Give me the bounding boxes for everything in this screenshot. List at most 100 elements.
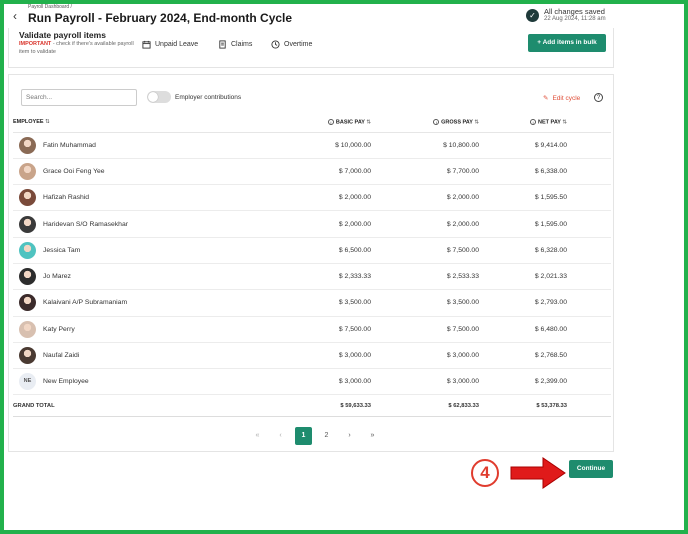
tab-overtime[interactable]: Overtime [271,38,312,50]
row-spacer [571,210,611,238]
basic-pay-cell: $ 2,000.00 [273,210,375,238]
receipt-icon [219,39,226,49]
col-net-label: NET PAY [538,118,561,125]
toggle-label: Employer contributions [175,94,242,101]
avatar: NE [19,373,36,391]
employee-cell: Kalaivani A/P Subramaniam [13,289,273,317]
basic-pay-cell: $ 2,000.00 [273,184,375,212]
table-row[interactable]: Katy Perry $ 7,500.00 $ 7,500.00 $ 6,480.00 [13,316,611,343]
toggle-knob [148,92,158,102]
table-row[interactable]: Grace Ooi Feng Yee $ 7,000.00 $ 7,700.00 $ … [13,158,611,186]
table-row[interactable]: Naufal Zaidi $ 3,000.00 $ 3,000.00 $ 2,768.… [13,342,611,370]
employee-info: Fatin Muhammad [13,136,273,154]
employee-name[interactable]: Haridevan S/O Ramasekhar [43,221,128,228]
row-spacer [571,132,611,159]
employee-cell: Naufal Zaidi [13,342,273,370]
col-employee[interactable]: EMPLOYEE ⇅ [13,112,273,133]
gross-pay-cell: $ 2,000.00 [375,210,483,238]
employee-name[interactable]: Jessica Tam [43,247,80,254]
avatar [19,189,36,207]
payroll-page: ‹ Payroll Dashboard / Run Payroll - Febr… [4,4,684,530]
row-spacer [571,289,611,317]
sort-icon: ⇅ [474,118,479,125]
first-page-button[interactable]: « [249,427,266,445]
table-row[interactable]: Fatin Muhammad $ 10,000.00 $ 10,800.00 $ 9,… [13,132,611,159]
breadcrumb[interactable]: Payroll Dashboard / [28,4,72,10]
table-row[interactable]: Jessica Tam $ 6,500.00 $ 7,500.00 $ 6,328.0… [13,237,611,264]
employer-contributions-toggle[interactable] [147,91,171,103]
employee-name[interactable]: Jo Marez [43,273,71,280]
employee-name[interactable]: Fatin Muhammad [43,142,96,149]
avatar [19,347,36,365]
net-pay-cell: $ 2,021.33 [483,263,571,291]
gross-pay-cell: $ 7,700.00 [375,158,483,186]
row-spacer [571,394,611,418]
clock-icon [271,39,280,49]
basic-pay-cell: $ 7,000.00 [273,158,375,186]
total-net-pay: $ 53,378.33 [483,394,571,418]
search-input[interactable] [21,89,137,106]
info-icon: i [327,118,334,125]
employee-info: Grace Ooi Feng Yee [13,162,273,180]
last-page-button[interactable]: » [364,427,381,445]
gross-pay-cell: $ 2,000.00 [375,184,483,212]
payroll-table: EMPLOYEE ⇅ i BASIC PAY ⇅ i GROSS PAY ⇅ i NE… [13,112,611,418]
employee-name[interactable]: Naufal Zaidi [43,352,79,359]
employee-cell: NE New Employee [13,368,273,396]
employee-cell: Grace Ooi Feng Yee [13,158,273,186]
gross-pay-cell: $ 7,500.00 [375,316,483,343]
top-header: ‹ Payroll Dashboard / Run Payroll - Febr… [4,4,684,28]
basic-pay-cell: $ 2,333.33 [273,263,375,291]
employee-info: Jessica Tam [13,241,273,259]
employee-cell: Katy Perry [13,316,273,343]
tab-claims[interactable]: Claims [218,38,252,50]
important-label: IMPORTANT [19,41,52,47]
employee-name[interactable]: New Employee [43,378,89,385]
payroll-table-panel: Employer contributions ✎Edit cycle ? EMP… [8,74,614,452]
basic-pay-cell: $ 3,000.00 [273,368,375,396]
next-page-button[interactable]: › [341,427,358,445]
col-basic-pay[interactable]: i BASIC PAY ⇅ [273,112,375,133]
table-row[interactable]: Jo Marez $ 2,333.33 $ 2,533.33 $ 2,021.33 [13,263,611,291]
table-row[interactable]: NE New Employee $ 3,000.00 $ 3,000.00 $ 2,39… [13,368,611,396]
basic-pay-cell: $ 7,500.00 [273,316,375,343]
table-row[interactable]: Hafizah Rashid $ 2,000.00 $ 2,000.00 $ 1,59… [13,184,611,212]
table-row[interactable]: Haridevan S/O Ramasekhar $ 2,000.00 $ 2,00… [13,210,611,238]
employee-name[interactable]: Katy Perry [43,326,75,333]
tab-unpaid-leave[interactable]: Unpaid Leave [142,38,198,50]
gross-pay-cell: $ 7,500.00 [375,237,483,264]
avatar [19,136,36,154]
employee-info: NE New Employee [13,373,273,391]
page-1-button[interactable]: 1 [295,427,312,445]
col-net-pay[interactable]: i NET PAY ⇅ [483,112,571,133]
sort-icon: ⇅ [562,118,567,125]
col-gross-pay[interactable]: i GROSS PAY ⇅ [375,112,483,133]
continue-button[interactable]: Continue [569,460,613,478]
net-pay-cell: $ 2,399.00 [483,368,571,396]
row-spacer [571,184,611,212]
back-arrow-icon[interactable]: ‹ [8,9,22,23]
net-pay-cell: $ 9,414.00 [483,132,571,159]
help-icon[interactable]: ? [594,93,603,102]
net-pay-cell: $ 2,793.00 [483,289,571,317]
employee-name[interactable]: Grace Ooi Feng Yee [43,168,105,175]
gross-pay-cell: $ 3,000.00 [375,342,483,370]
row-spacer [571,342,611,370]
info-icon: i [433,118,440,125]
employee-name[interactable]: Hafizah Rashid [43,194,89,201]
employee-name[interactable]: Kalaivani A/P Subramaniam [43,299,127,306]
col-basic-label: BASIC PAY [335,118,365,125]
employee-info: Jo Marez [13,268,273,286]
prev-page-button[interactable]: ‹ [272,427,289,445]
table-row[interactable]: Kalaivani A/P Subramaniam $ 3,500.00 $ 3,5… [13,289,611,317]
calendar-icon [142,40,151,49]
basic-pay-cell: $ 3,000.00 [273,342,375,370]
gross-pay-cell: $ 3,000.00 [375,368,483,396]
avatar [19,294,36,312]
edit-cycle-link[interactable]: ✎ Edit cycle [543,94,580,102]
add-items-bulk-button[interactable]: + Add items in bulk [528,34,606,52]
page-2-button[interactable]: 2 [318,427,335,445]
employee-cell: Jessica Tam [13,237,273,264]
net-pay-cell: $ 6,328.00 [483,237,571,264]
sort-icon: ⇅ [45,118,50,125]
